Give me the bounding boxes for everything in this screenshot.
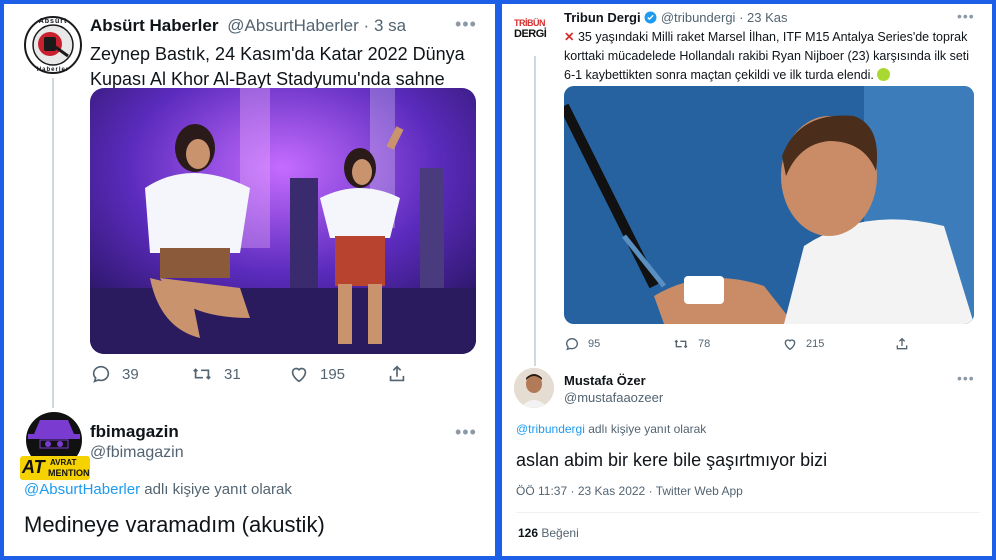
replying-to-handle[interactable]: @AbsurtHaberler <box>24 481 140 498</box>
share-icon <box>896 337 908 350</box>
reply-count: 95 <box>588 338 601 350</box>
like-count: 215 <box>806 338 825 350</box>
avatar-text-top: TRİBÜN <box>514 18 546 28</box>
separator: · <box>739 10 744 25</box>
tweet-source[interactable]: Twitter Web App <box>656 484 743 498</box>
tweet-text: 35 yaşındaki Milli raket Marsel İlhan, I… <box>564 30 970 82</box>
reply-more-options-icon[interactable]: ••• <box>957 370 975 386</box>
like-count: 195 <box>320 365 346 383</box>
retweet-count: 31 <box>224 365 241 383</box>
thread-line <box>52 78 54 408</box>
avatar-logo-avrat: AVRAT <box>50 458 77 467</box>
tweet-date[interactable]: 23 Kas 2022 <box>578 484 645 498</box>
retweet-icon <box>193 368 211 380</box>
cross-mark-icon: ✕ <box>564 30 575 44</box>
tribun-dergi-avatar[interactable]: TRİBÜN DERGİ <box>514 14 554 54</box>
reply-count: 39 <box>122 365 139 383</box>
tweet-text-wrap: ✕ 35 yaşındaki Milli raket Marsel İlhan,… <box>564 28 982 85</box>
fbimagazin-avatar[interactable]: AT AVRAT MENTION <box>18 410 92 482</box>
retweet-icon <box>674 339 688 349</box>
share-button[interactable] <box>894 336 910 352</box>
more-options-icon[interactable]: ••• <box>957 8 975 24</box>
share-button[interactable] <box>386 363 408 385</box>
tennis-ball-icon <box>877 68 891 81</box>
left-screenshot-panel: Absürt Haberler Absürt Haberler @AbsurtH… <box>4 4 495 556</box>
tweet-photo[interactable] <box>564 86 974 324</box>
reply-icon <box>565 337 579 351</box>
reply-handle[interactable]: @mustafaaozeer <box>564 390 663 405</box>
reply-display-name[interactable]: fbimagazin <box>90 422 179 442</box>
replying-to: @tribundergi adlı kişiye yanıt olarak <box>516 422 706 436</box>
handle[interactable]: @AbsurtHaberler <box>227 16 359 35</box>
separator: · <box>363 16 370 35</box>
reply-more-options-icon[interactable]: ••• <box>455 422 477 443</box>
likes-count: 126 <box>518 526 539 540</box>
replying-to-handle[interactable]: @tribundergi <box>516 422 585 436</box>
heart-icon <box>291 367 307 383</box>
reply-button[interactable]: 39 <box>90 363 139 385</box>
handle[interactable]: @tribundergi <box>661 10 736 25</box>
separator: · <box>648 484 653 498</box>
display-name[interactable]: Tribun Dergi <box>564 10 641 25</box>
reply-button[interactable]: 95 <box>564 336 600 352</box>
tweet-meta: ÖÖ 11:37 · 23 Kas 2022 · Twitter Web App <box>516 484 743 498</box>
display-name[interactable]: Absürt Haberler <box>90 16 218 35</box>
timestamp[interactable]: 23 Kas <box>747 10 787 25</box>
reply-text: aslan abim bir kere bile şaşırtmıyor biz… <box>516 450 828 470</box>
timestamp[interactable]: 3 sa <box>374 16 406 35</box>
replying-to: @AbsurtHaberler adlı kişiye yanıt olarak <box>24 481 292 498</box>
retweet-button[interactable]: 78 <box>672 336 710 352</box>
tweet-photo[interactable] <box>90 88 476 354</box>
heart-icon <box>784 339 796 351</box>
share-icon <box>389 365 405 382</box>
like-button[interactable]: 215 <box>782 336 824 352</box>
likes-summary[interactable]: 126 Beğeni <box>518 526 579 540</box>
replying-to-suffix: adlı kişiye yanıt olarak <box>588 422 707 436</box>
separator: · <box>570 484 575 498</box>
replying-to-suffix: adlı kişiye yanıt olarak <box>144 481 292 498</box>
like-button[interactable]: 195 <box>288 363 345 385</box>
right-screenshot-panel: TRİBÜN DERGİ Tribun Dergi @tribundergi ·… <box>502 4 992 556</box>
avatar-text-bottom: DERGİ <box>514 28 547 40</box>
reply-handle[interactable]: @fbimagazin <box>90 444 184 462</box>
more-options-icon[interactable]: ••• <box>455 14 477 35</box>
likes-label: Beğeni <box>541 526 579 540</box>
verified-badge-icon <box>644 11 657 24</box>
reply-icon <box>92 365 110 383</box>
tweet-header: Tribun Dergi @tribundergi · 23 Kas <box>564 10 788 25</box>
tweet-header: Absürt Haberler @AbsurtHaberler · 3 sa <box>90 16 406 36</box>
divider <box>516 512 980 513</box>
reply-text: Medineye varamadım (akustik) <box>24 512 325 537</box>
thread-line <box>534 56 536 366</box>
avatar-logo-at: AT <box>22 457 45 477</box>
tweet-time[interactable]: ÖÖ 11:37 <box>516 484 567 498</box>
avatar-text-bottom: Haberler <box>36 67 70 73</box>
retweet-count: 78 <box>698 338 711 350</box>
reply-display-name[interactable]: Mustafa Özer <box>564 373 646 388</box>
absurt-haberler-avatar[interactable]: Absürt Haberler <box>24 16 82 74</box>
mustafa-ozer-avatar[interactable] <box>514 368 554 408</box>
avatar-logo-mention: MENTION <box>48 468 90 478</box>
retweet-button[interactable]: 31 <box>190 363 241 385</box>
avatar-text-top: Absürt <box>38 18 68 25</box>
